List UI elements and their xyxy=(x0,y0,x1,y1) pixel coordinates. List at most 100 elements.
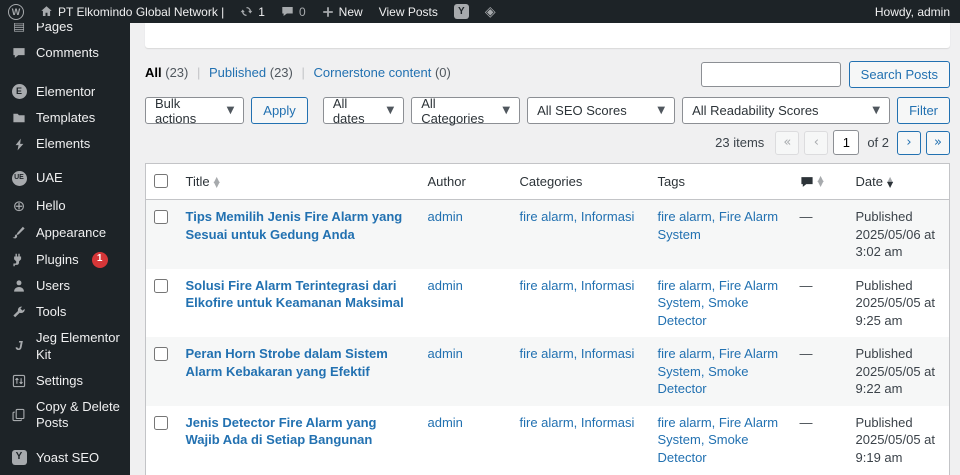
view-cornerstone-link[interactable]: Cornerstone content xyxy=(314,65,432,80)
sidebar-item-label: Appearance xyxy=(36,225,107,241)
sidebar-item-users[interactable]: Users xyxy=(0,273,130,299)
sidebar-item-label: Elements xyxy=(36,136,91,151)
seo-scores-filter-select[interactable]: All SEO Scores ▼ xyxy=(527,97,676,124)
kit-adminbar-menu[interactable]: ◈ xyxy=(477,0,504,23)
plugins-update-badge: 1 xyxy=(91,251,108,268)
column-header-title[interactable]: Title ▲ ▼ xyxy=(177,163,420,200)
post-title-link[interactable]: Jenis Detector Fire Alarm yang Wajib Ada… xyxy=(186,414,412,449)
categories-filter-select[interactable]: All Categories ▼ xyxy=(411,96,521,126)
hello-icon: ⊕ xyxy=(12,196,26,215)
comments-menu[interactable]: 0 xyxy=(273,0,314,23)
sidebar-item-comments[interactable]: Comments xyxy=(0,40,130,66)
diamond-icon: ◈ xyxy=(484,3,496,20)
uae-icon: UE xyxy=(10,170,28,186)
sidebar-item-label: Yoast SEO xyxy=(36,449,100,465)
users-icon xyxy=(10,279,28,293)
row-checkbox[interactable] xyxy=(154,278,168,293)
select-all-checkbox[interactable] xyxy=(154,174,168,188)
post-title-link[interactable]: Peran Horn Strobe dalam Sistem Alarm Keb… xyxy=(186,345,412,380)
tags-links[interactable]: fire alarm, Fire Alarm System, Smoke Det… xyxy=(658,415,779,465)
post-title-link[interactable]: Solusi Fire Alarm Terintegrasi dari Elko… xyxy=(186,277,412,312)
sidebar-item-hello[interactable]: ⊕ Hello xyxy=(0,192,130,221)
post-status: Published xyxy=(855,346,913,362)
column-header-date[interactable]: Date ▲ ▼ xyxy=(847,163,950,200)
post-date: 2025/05/05 at 9:19 am xyxy=(855,432,936,466)
filter-button[interactable]: Filter xyxy=(897,97,950,124)
sidebar-item-gosmtp[interactable]: ✉ GoSMTP xyxy=(0,471,130,475)
table-row: Peran Horn Strobe dalam Sistem Alarm Keb… xyxy=(145,337,950,406)
categories-links[interactable]: fire alarm, Informasi xyxy=(520,346,635,361)
column-header-comments[interactable]: ▲ ▼ xyxy=(791,163,848,200)
categories-links[interactable]: fire alarm, Informasi xyxy=(520,415,635,430)
new-label: New xyxy=(338,4,363,19)
comments-cell: — xyxy=(799,346,813,362)
bulk-actions-value: Bulk actions xyxy=(155,95,197,126)
dates-filter-select[interactable]: All dates ▼ xyxy=(322,95,405,126)
view-published-link[interactable]: Published xyxy=(209,65,266,80)
search-input[interactable] xyxy=(700,62,841,87)
author-link[interactable]: admin xyxy=(428,209,463,224)
row-checkbox[interactable] xyxy=(154,210,168,224)
current-page-input[interactable] xyxy=(833,130,860,155)
search-posts-button[interactable]: Search Posts xyxy=(848,61,950,88)
view-posts-menu[interactable]: View Posts xyxy=(371,0,446,23)
wp-logo-menu[interactable]: W xyxy=(0,0,32,23)
settings-icon xyxy=(10,374,28,388)
last-page-button[interactable]: » xyxy=(926,130,950,155)
sidebar-item-copy-delete-posts[interactable]: Copy & Delete Posts xyxy=(0,394,130,437)
table-row: Solusi Fire Alarm Terintegrasi dari Elko… xyxy=(146,269,950,338)
view-published-count: (23) xyxy=(269,65,293,80)
sidebar-item-templates[interactable]: Templates xyxy=(0,105,130,131)
tags-links[interactable]: fire alarm, Fire Alarm System, Smoke Det… xyxy=(658,278,779,328)
view-all-count: (23) xyxy=(165,65,189,80)
comments-cell: — xyxy=(799,414,813,430)
tags-links[interactable]: fire alarm, Fire Alarm System xyxy=(658,209,779,242)
row-checkbox[interactable] xyxy=(154,347,168,362)
table-row: Tips Memilih Jenis Fire Alarm yang Sesua… xyxy=(145,199,950,269)
comments-cell: — xyxy=(799,277,813,293)
home-icon xyxy=(41,6,52,17)
next-page-button[interactable]: › xyxy=(897,130,921,155)
sidebar-item-yoast-seo[interactable]: Y Yoast SEO xyxy=(0,445,130,471)
sidebar-item-plugins[interactable]: Plugins 1 xyxy=(0,247,130,273)
post-title-link[interactable]: Tips Memilih Jenis Fire Alarm yang Sesua… xyxy=(186,208,412,243)
author-link[interactable]: admin xyxy=(428,346,463,361)
sidebar-item-elements[interactable]: Elements xyxy=(0,131,130,157)
tags-links[interactable]: fire alarm, Fire Alarm System, Smoke Det… xyxy=(658,346,779,396)
yoast-adminbar-menu[interactable]: Y xyxy=(446,0,477,23)
view-all-link[interactable]: All xyxy=(145,65,162,80)
dates-filter-value: All dates xyxy=(332,95,365,126)
comments-icon xyxy=(10,46,28,60)
author-link[interactable]: admin xyxy=(428,278,463,293)
sidebar-item-tools[interactable]: Tools xyxy=(0,299,130,325)
sidebar-item-appearance[interactable]: Appearance xyxy=(0,220,130,246)
chevron-down-icon: ▼ xyxy=(657,105,666,116)
sidebar-item-jeg-elementor-kit[interactable]: J Jeg Elementor Kit xyxy=(0,325,130,368)
comment-bubble-icon xyxy=(282,6,293,17)
sidebar-item-elementor[interactable]: E Elementor xyxy=(0,79,130,105)
yoast-seo-icon: Y xyxy=(10,450,28,466)
sidebar-item-uae[interactable]: UE UAE xyxy=(0,165,130,191)
apply-button[interactable]: Apply xyxy=(251,97,308,124)
readability-scores-filter-select[interactable]: All Readability Scores ▼ xyxy=(682,97,891,124)
date-cell: Published 2025/05/05 at 9:19 am xyxy=(848,406,950,475)
sidebar-item-pages[interactable]: ▤ Pages xyxy=(0,23,130,40)
author-link[interactable]: admin xyxy=(428,415,463,430)
post-status: Published xyxy=(855,414,913,430)
new-content-menu[interactable]: New xyxy=(314,0,371,23)
post-date: 2025/05/05 at 9:22 am xyxy=(855,363,936,397)
updates-menu[interactable]: 1 xyxy=(232,0,273,23)
bulk-actions-select[interactable]: Bulk actions ▼ xyxy=(145,95,245,126)
sidebar-item-settings[interactable]: Settings xyxy=(0,368,130,394)
admin-bar: W PT Elkomindo Global Network | 1 0 New … xyxy=(0,0,960,23)
account-menu[interactable]: Howdy, admin xyxy=(867,0,960,23)
wordpress-logo-icon: W xyxy=(8,3,24,20)
categories-links[interactable]: fire alarm, Informasi xyxy=(520,209,635,224)
categories-links[interactable]: fire alarm, Informasi xyxy=(520,278,635,293)
copy-pages-icon xyxy=(10,408,28,422)
site-name-menu[interactable]: PT Elkomindo Global Network | xyxy=(32,0,232,23)
row-checkbox[interactable] xyxy=(154,415,168,430)
view-separator: | xyxy=(197,65,201,80)
sidebar-item-label: Comments xyxy=(36,45,99,61)
date-header-label: Date xyxy=(855,174,883,189)
